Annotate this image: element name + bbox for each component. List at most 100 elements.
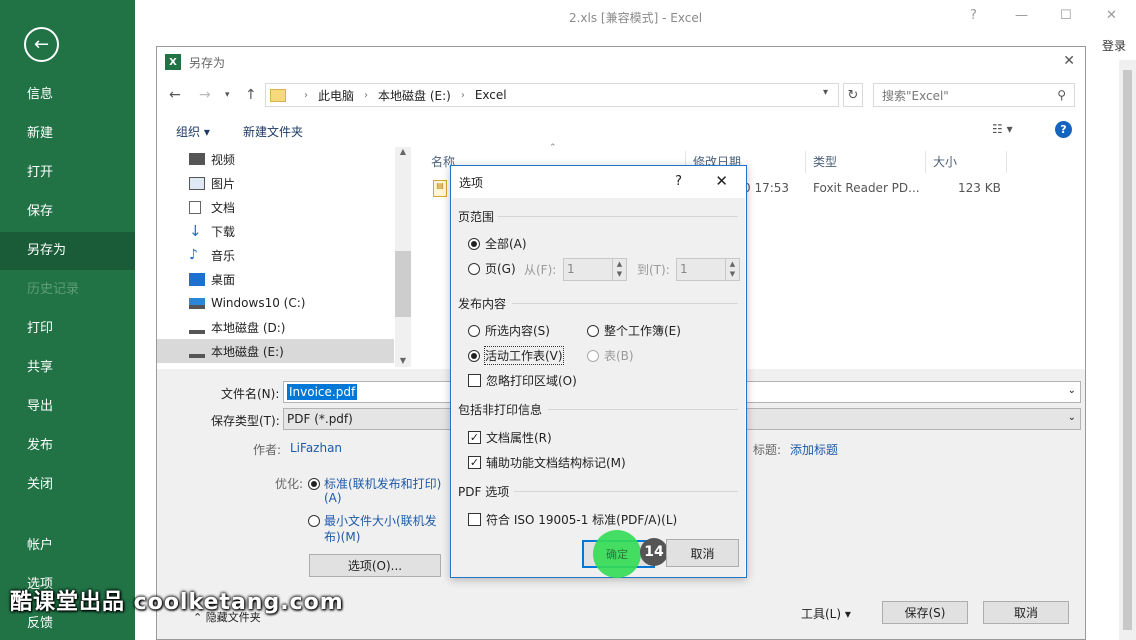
help-circle-icon[interactable]: ? — [1055, 121, 1072, 138]
tree-scrollbar[interactable]: ▲ ▼ — [395, 147, 411, 367]
recent-dropdown-icon[interactable]: ▾ — [225, 90, 230, 100]
options-cancel-button[interactable]: 取消 — [666, 539, 739, 567]
to-value: 1 — [680, 262, 688, 276]
search-input[interactable]: 搜索"Excel" ⚲ — [873, 83, 1075, 107]
restore-icon[interactable]: ☐ — [1060, 8, 1072, 23]
opt-min-label[interactable]: 最小文件大小(联机发 — [324, 512, 437, 529]
nav-export[interactable]: 导出 — [0, 388, 135, 426]
tree-label: 桌面 — [211, 272, 236, 287]
nav-share[interactable]: 共享 — [0, 349, 135, 387]
nav-print[interactable]: 打印 — [0, 310, 135, 348]
check-ignore-label: 忽略打印区域(O) — [486, 374, 577, 388]
new-folder-button[interactable]: 新建文件夹 — [243, 123, 303, 140]
save-as-title: 另存为 — [189, 55, 226, 70]
help-icon[interactable]: ? — [970, 8, 977, 23]
tree-item-desktop[interactable]: 桌面 — [157, 267, 394, 291]
sort-caret-icon: ⌃ — [549, 143, 557, 153]
nav-close[interactable]: 关闭 — [0, 466, 135, 504]
view-options-icon[interactable]: ☷ ▾ — [992, 122, 1013, 136]
opt-standard-label[interactable]: 标准(联机发布和打印) — [324, 475, 441, 492]
backstage-panel: ← 信息 新建 打开 保存 另存为 历史记录 打印 共享 导出 发布 关闭 帐户… — [0, 0, 135, 640]
address-bar[interactable]: › 此电脑 › 本地磁盘 (E:) › Excel — [265, 83, 839, 107]
file-modified: 0 17:53 — [743, 181, 790, 195]
filetype-label: 保存类型(T): — [211, 414, 280, 428]
nav-publish[interactable]: 发布 — [0, 427, 135, 465]
check-doc-props[interactable]: ✓ 文档属性(R) — [468, 429, 552, 446]
cancel-button[interactable]: 取消 — [983, 601, 1069, 624]
back-icon[interactable]: ← — [169, 87, 181, 103]
tree-item-downloads[interactable]: ↓ 下载 — [157, 219, 394, 243]
address-dropdown-icon[interactable]: ▾ — [823, 87, 828, 98]
music-icon: ♪ — [189, 246, 198, 263]
tree-item-drive-e[interactable]: 本地磁盘 (E:) — [157, 339, 394, 363]
close-icon[interactable]: ✕ — [715, 172, 728, 190]
nav-new[interactable]: 新建 — [0, 115, 135, 153]
author-value[interactable]: LiFazhan — [290, 441, 342, 455]
filename-value: Invoice.pdf — [287, 384, 358, 400]
file-type: Foxit Reader PD... — [813, 181, 920, 195]
radio-entire-workbook[interactable]: 整个工作簿(E) — [587, 322, 681, 339]
save-button[interactable]: 保存(S) — [882, 601, 968, 624]
radio-active-sheet-label: 活动工作表(V) — [484, 346, 564, 365]
tree-item-documents[interactable]: 文档 — [157, 195, 394, 219]
tree-label: 本地磁盘 (D:) — [211, 320, 286, 335]
page-scrollbar[interactable] — [1119, 60, 1136, 640]
tags-label: 标题: — [753, 443, 782, 457]
nav-info[interactable]: 信息 — [0, 76, 135, 114]
nav-save[interactable]: 保存 — [0, 193, 135, 231]
group-publish: 发布内容 — [458, 297, 507, 311]
tools-button[interactable]: 工具(L) ▾ — [801, 605, 851, 622]
opt-min-label-2: 布)(M) — [324, 530, 361, 544]
chevron-down-icon[interactable]: ⌄ — [1068, 412, 1076, 423]
back-arrow-icon[interactable]: ← — [24, 27, 59, 62]
radio-selection-label: 所选内容(S) — [485, 324, 550, 338]
refresh-icon[interactable]: ↻ — [843, 83, 863, 107]
login-link[interactable]: 登录 — [1102, 37, 1126, 54]
up-arrow-icon[interactable]: ↑ — [245, 87, 257, 103]
col-size[interactable]: 大小 — [933, 153, 957, 170]
tree-label: 文档 — [211, 200, 236, 215]
save-as-titlebar: X 另存为 — [157, 47, 1085, 77]
from-value: 1 — [567, 262, 575, 276]
nav-account[interactable]: 帐户 — [0, 527, 135, 565]
nav-open[interactable]: 打开 — [0, 154, 135, 192]
dialog-toolbar: 组织 ▾ 新建文件夹 ☷ ▾ ? — [157, 119, 1085, 143]
watermark: 酷课堂出品 coolketang.com — [10, 590, 344, 615]
check-accessibility[interactable]: ✓ 辅助功能文档结构标记(M) — [468, 454, 626, 471]
tree-item-drive-c[interactable]: Windows10 (C:) — [157, 291, 394, 315]
chevron-down-icon[interactable]: ⌄ — [1068, 385, 1076, 396]
tools-label: 工具(L) — [801, 607, 842, 621]
col-type[interactable]: 类型 — [813, 153, 837, 170]
radio-min-size[interactable] — [308, 513, 320, 527]
radio-active-sheet[interactable]: 活动工作表(V) — [468, 346, 564, 365]
radio-pages[interactable]: 页(G) — [468, 260, 516, 277]
download-icon: ↓ — [189, 221, 202, 240]
tree-item-videos[interactable]: 视频 — [157, 147, 394, 171]
radio-selection[interactable]: 所选内容(S) — [468, 322, 550, 339]
tree-item-drive-d[interactable]: 本地磁盘 (D:) — [157, 315, 394, 339]
crumb-this-pc[interactable]: 此电脑 — [318, 87, 354, 104]
drive-icon — [189, 326, 205, 334]
dialog-close-icon[interactable]: ✕ — [1063, 53, 1075, 69]
radio-pages-label: 页(G) — [485, 262, 516, 276]
options-button[interactable]: 选项(O)... — [309, 554, 441, 577]
radio-table-label: 表(B) — [604, 349, 634, 363]
crumb-drive-e[interactable]: 本地磁盘 (E:) — [378, 87, 451, 104]
radio-all[interactable]: 全部(A) — [468, 235, 527, 252]
check-ignore-print-area[interactable]: 忽略打印区域(O) — [468, 372, 577, 389]
organize-button[interactable]: 组织 ▾ — [176, 123, 210, 140]
desktop-icon — [189, 272, 205, 286]
tree-item-music[interactable]: ♪ 音乐 — [157, 243, 394, 267]
tags-value[interactable]: 添加标题 — [790, 441, 838, 458]
forward-icon[interactable]: → — [199, 87, 211, 103]
help-icon[interactable]: ? — [675, 174, 682, 189]
nav-save-as[interactable]: 另存为 — [0, 232, 135, 270]
check-iso[interactable]: 符合 ISO 19005-1 标准(PDF/A)(L) — [468, 511, 677, 528]
tree-item-pictures[interactable]: 图片 — [157, 171, 394, 195]
crumb-excel[interactable]: Excel — [475, 88, 507, 102]
minimize-icon[interactable]: — — [1015, 8, 1028, 23]
from-stepper: 1 ▲ ▼ — [563, 258, 627, 281]
ok-button-highlight[interactable]: 确定 — [593, 530, 641, 578]
radio-standard[interactable] — [308, 476, 320, 490]
close-icon[interactable]: ✕ — [1106, 8, 1117, 23]
